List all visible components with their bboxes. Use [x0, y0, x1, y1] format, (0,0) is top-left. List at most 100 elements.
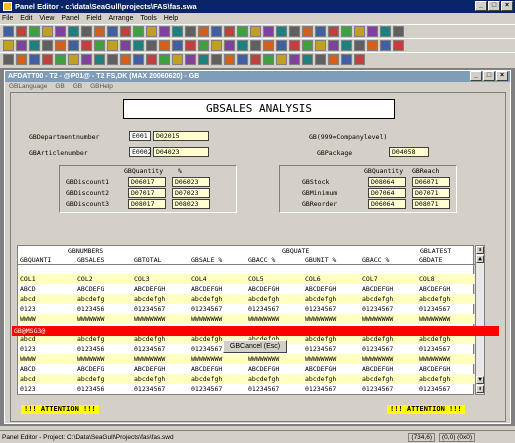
- line-icon[interactable]: [42, 54, 53, 65]
- table-cell[interactable]: WWWWWWWW: [417, 354, 474, 364]
- list-icon[interactable]: [315, 26, 326, 37]
- discount3-qty[interactable]: D08017: [128, 199, 166, 209]
- menu-edit[interactable]: Edit: [20, 15, 32, 22]
- panel-menu-help[interactable]: GBHelp: [90, 83, 113, 90]
- grid-icon[interactable]: [42, 40, 53, 51]
- table-cell[interactable]: WWWW: [18, 354, 75, 364]
- cut-icon[interactable]: [42, 26, 53, 37]
- table-cell[interactable]: WWWWWWWW: [132, 314, 189, 324]
- combo-icon[interactable]: [224, 54, 235, 65]
- table-cell[interactable]: 0123: [18, 344, 75, 354]
- table-cell[interactable]: WWWWWWWW: [360, 354, 417, 364]
- table-cell[interactable]: 01234567: [417, 344, 474, 354]
- discount2-qty[interactable]: D07017: [128, 188, 166, 198]
- line-icon[interactable]: [107, 40, 118, 51]
- test-icon[interactable]: [172, 40, 183, 51]
- cut-icon[interactable]: [380, 40, 391, 51]
- field-icon[interactable]: [146, 26, 157, 37]
- table-cell[interactable]: COL3: [132, 274, 189, 284]
- menu-help[interactable]: Help: [164, 15, 178, 22]
- text-icon[interactable]: [3, 54, 14, 65]
- dept-value-field[interactable]: D02015: [153, 131, 209, 141]
- check-icon[interactable]: [198, 54, 209, 65]
- table-cell[interactable]: 01234567: [189, 304, 246, 314]
- open-icon[interactable]: [16, 26, 27, 37]
- table-icon[interactable]: [224, 40, 235, 51]
- panel-menu-gb-2[interactable]: GB: [73, 83, 82, 90]
- radio-icon[interactable]: [211, 54, 222, 65]
- panel-close-button[interactable]: ×: [496, 71, 508, 81]
- tab-icon[interactable]: [302, 26, 313, 37]
- table-cell[interactable]: ABCD: [18, 284, 75, 294]
- zoom-icon[interactable]: [81, 54, 92, 65]
- table-cell[interactable]: abcdefgh: [303, 374, 360, 384]
- cut-icon[interactable]: [315, 54, 326, 65]
- table-cell[interactable]: WWWWWWWW: [246, 354, 303, 364]
- table-cell[interactable]: ABCDEFG: [75, 364, 132, 374]
- table-cell[interactable]: ABCDEFGH: [303, 284, 360, 294]
- table-cell[interactable]: ABCDEFGH: [132, 364, 189, 374]
- minimum-qty[interactable]: D07064: [368, 188, 406, 198]
- save-icon[interactable]: [367, 40, 378, 51]
- group-icon[interactable]: [263, 54, 274, 65]
- table-cell[interactable]: WWWWWWWW: [360, 314, 417, 324]
- line-icon[interactable]: [172, 26, 183, 37]
- run-icon[interactable]: [94, 54, 105, 65]
- table-cell[interactable]: COL8: [417, 274, 474, 284]
- table-cell[interactable]: 01234567: [360, 304, 417, 314]
- table-cell[interactable]: WWWWWWW: [75, 354, 132, 364]
- table-cell[interactable]: 01234567: [303, 344, 360, 354]
- table-cell[interactable]: 01234567: [417, 384, 474, 394]
- frame-icon[interactable]: [250, 54, 261, 65]
- tab-icon[interactable]: [237, 40, 248, 51]
- stock-reach[interactable]: D06071: [412, 177, 450, 187]
- color-icon[interactable]: [55, 54, 66, 65]
- table-cell[interactable]: COL4: [189, 274, 246, 284]
- copy-icon[interactable]: [393, 40, 404, 51]
- new-icon[interactable]: [341, 40, 352, 51]
- table-cell[interactable]: abcdefg: [75, 294, 132, 304]
- list-icon[interactable]: [185, 54, 196, 65]
- frame-icon[interactable]: [380, 26, 391, 37]
- table-icon[interactable]: [289, 26, 300, 37]
- color-icon[interactable]: [185, 26, 196, 37]
- table-cell[interactable]: ABCDEFGH: [417, 364, 474, 374]
- table-cell[interactable]: ABCDEFGH: [246, 284, 303, 294]
- new-icon[interactable]: [3, 26, 14, 37]
- table-cell[interactable]: abcdefgh: [360, 294, 417, 304]
- table-cell[interactable]: abcdefgh: [360, 374, 417, 384]
- table-cell[interactable]: ABCDEFGH: [189, 364, 246, 374]
- panel-minimize-button[interactable]: _: [470, 71, 482, 81]
- help-icon[interactable]: [250, 26, 261, 37]
- article-code-field[interactable]: E0002: [129, 147, 152, 157]
- table-cell[interactable]: 0123: [18, 304, 75, 314]
- scroll-top-icon[interactable]: ⇞: [476, 246, 484, 254]
- table-cell[interactable]: 01234567: [417, 304, 474, 314]
- cancel-button[interactable]: GBCancel (Esc): [223, 340, 287, 353]
- table-cell[interactable]: abcdefg: [75, 374, 132, 384]
- help-icon[interactable]: [185, 40, 196, 51]
- paste-icon[interactable]: [3, 40, 14, 51]
- maximize-button[interactable]: □: [488, 1, 500, 11]
- table-cell[interactable]: ABCDEFGH: [303, 364, 360, 374]
- table-cell[interactable]: abcd: [18, 374, 75, 384]
- button-icon[interactable]: [237, 54, 248, 65]
- table-cell[interactable]: abcdefgh: [303, 294, 360, 304]
- menu-field[interactable]: Field: [86, 15, 101, 22]
- table-cell[interactable]: COL2: [75, 274, 132, 284]
- box-icon[interactable]: [29, 54, 40, 65]
- radio-icon[interactable]: [341, 26, 352, 37]
- zoom-icon[interactable]: [211, 26, 222, 37]
- align-icon[interactable]: [55, 40, 66, 51]
- text-icon[interactable]: [133, 26, 144, 37]
- font-icon[interactable]: [198, 26, 209, 37]
- menu-file[interactable]: File: [2, 15, 13, 22]
- table-cell[interactable]: abcdefgh: [132, 294, 189, 304]
- image-icon[interactable]: [276, 26, 287, 37]
- field-icon[interactable]: [81, 40, 92, 51]
- table-cell[interactable]: ABCDEFG: [75, 284, 132, 294]
- copy-icon[interactable]: [55, 26, 66, 37]
- save-icon[interactable]: [302, 54, 313, 65]
- font-icon[interactable]: [68, 54, 79, 65]
- close-button[interactable]: ×: [501, 1, 513, 11]
